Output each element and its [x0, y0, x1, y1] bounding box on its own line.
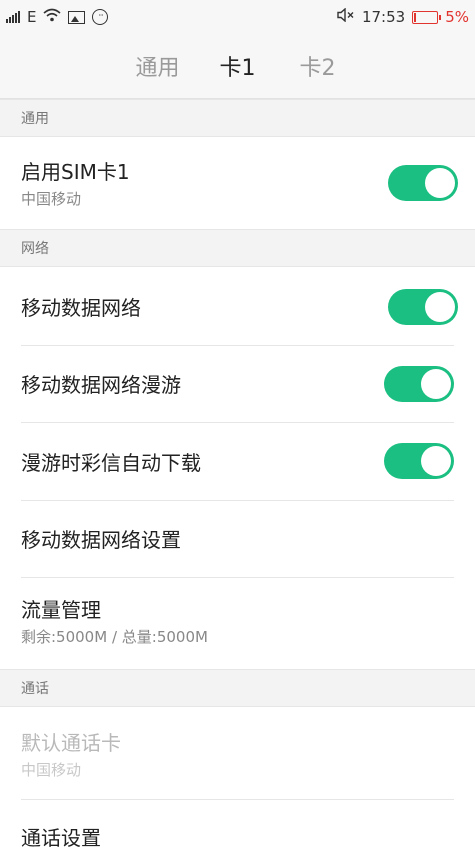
battery-percent: 5% — [445, 8, 469, 26]
default-call-card-carrier: 中国移动 — [21, 761, 82, 779]
divider — [21, 500, 454, 501]
mute-icon — [337, 7, 355, 26]
mms-roaming-toggle[interactable] — [384, 443, 454, 479]
section-header-call: 通话 — [0, 669, 475, 707]
mobile-data-toggle[interactable] — [388, 289, 458, 325]
wifi-icon — [43, 8, 62, 26]
divider — [21, 422, 454, 423]
default-call-card-title: 默认通话卡 — [21, 731, 121, 755]
toggle-knob — [421, 446, 451, 476]
status-bar: E ··· 17:53 5% — [0, 0, 475, 34]
toggle-knob — [425, 168, 455, 198]
tab-general[interactable]: 通用 — [118, 50, 198, 82]
section-header-network: 网络 — [0, 229, 475, 267]
tab-card1[interactable]: 卡1 — [198, 50, 278, 82]
enable-sim-toggle[interactable] — [388, 165, 458, 201]
toggle-knob — [425, 292, 455, 322]
traffic-management-title: 流量管理 — [21, 598, 101, 622]
divider — [21, 799, 454, 800]
image-icon — [68, 10, 86, 24]
section-header-general: 通用 — [0, 99, 475, 137]
battery-icon — [412, 10, 442, 24]
mobile-data-settings-title: 移动数据网络设置 — [21, 528, 181, 552]
sim-tabs: 通用 卡1 卡2 — [0, 34, 475, 99]
network-type: E — [27, 8, 37, 26]
tab-card2[interactable]: 卡2 — [278, 50, 358, 82]
chat-icon: ··· — [92, 9, 109, 25]
data-roaming-toggle[interactable] — [384, 366, 454, 402]
divider — [21, 345, 454, 346]
signal-icon — [6, 11, 20, 23]
traffic-management-row[interactable]: 流量管理 剩余:5000M / 总量:5000M — [0, 594, 475, 647]
call-settings-row[interactable]: 通话设置 — [0, 822, 475, 851]
status-left: E ··· — [6, 8, 109, 26]
toggle-knob — [421, 369, 451, 399]
call-settings-title: 通话设置 — [21, 826, 101, 850]
divider — [21, 577, 454, 578]
default-call-card-row: 默认通话卡 中国移动 — [0, 727, 475, 780]
mobile-data-settings-row[interactable]: 移动数据网络设置 — [0, 524, 475, 553]
traffic-usage: 剩余:5000M / 总量:5000M — [21, 628, 208, 646]
status-right: 17:53 5% — [337, 7, 469, 26]
clock: 17:53 — [361, 8, 406, 26]
